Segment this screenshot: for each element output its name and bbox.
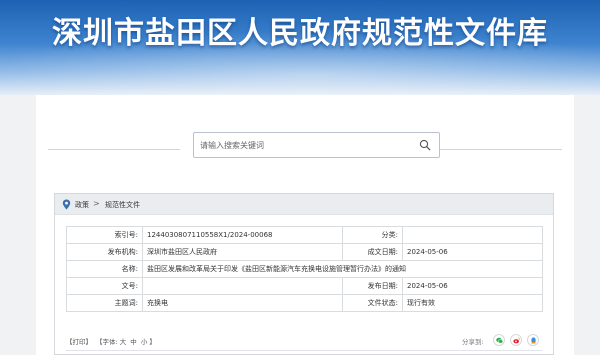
font-large-button[interactable]: 大 [120, 336, 127, 346]
search-input[interactable] [200, 136, 410, 154]
table-row: 发布机构: 深圳市盐田区人民政府 成文日期: 2024-05-06 [66, 243, 543, 261]
status-value: 现行有效 [402, 294, 543, 312]
main-panel: 政策 > 规范性文件 索引号: 1244030807110558X1/2024-… [36, 95, 574, 355]
font-size-controls: 【字体: 大 中 小】 [96, 336, 158, 346]
table-row: 主题词: 充换电 文件状态: 现行有效 [66, 294, 543, 312]
print-button[interactable]: 【打印】 [66, 336, 92, 346]
index-label: 索引号: [66, 226, 143, 244]
divider-left [48, 149, 180, 150]
breadcrumb-current[interactable]: 规范性文件 [105, 200, 140, 210]
pubdate-value: 2024-05-06 [402, 277, 543, 295]
weibo-share-button[interactable] [510, 334, 522, 346]
table-row: 索引号: 1244030807110558X1/2024-00068 分类: [66, 226, 543, 244]
document-card: 政策 > 规范性文件 索引号: 1244030807110558X1/2024-… [54, 193, 554, 355]
share-label: 分享到: [462, 338, 484, 346]
wechat-share-button[interactable] [493, 334, 505, 346]
location-pin-icon [62, 199, 71, 210]
font-medium-button[interactable]: 中 [130, 336, 137, 346]
qq-icon [531, 337, 536, 344]
divider-right [428, 149, 562, 150]
category-value [402, 226, 543, 244]
name-value: 盐田区发展和改革局关于印发《盐田区新能源汽车充换电设施管理暂行办法》的通知 [142, 260, 543, 278]
subject-value: 充换电 [142, 294, 343, 312]
pubdate-label: 发布日期: [342, 277, 403, 295]
page-title: 深圳市盐田区人民政府规范性文件库 [52, 16, 548, 51]
document-tools: 【打印】 【字体: 大 中 小】 分享到: [66, 333, 542, 347]
breadcrumb: 政策 > 规范性文件 [55, 194, 553, 215]
search-box [193, 132, 440, 158]
search-row [48, 132, 562, 160]
created-date-label: 成文日期: [342, 243, 403, 261]
share-bar: 分享到: [462, 333, 542, 347]
index-value: 1244030807110558X1/2024-00068 [142, 226, 343, 244]
table-row: 文号: 发布日期: 2024-05-06 [66, 277, 543, 295]
page-banner: 深圳市盐田区人民政府规范性文件库 [0, 0, 600, 95]
divider-bottom [66, 350, 542, 351]
status-label: 文件状态: [342, 294, 403, 312]
search-icon[interactable] [419, 139, 431, 151]
subject-label: 主题词: [66, 294, 143, 312]
publisher-label: 发布机构: [66, 243, 143, 261]
table-row: 名称: 盐田区发展和改革局关于印发《盐田区新能源汽车充换电设施管理暂行办法》的通… [66, 260, 543, 278]
name-label: 名称: [66, 260, 143, 278]
qq-share-button[interactable] [527, 334, 539, 346]
breadcrumb-separator: > [93, 199, 100, 208]
created-date-value: 2024-05-06 [402, 243, 543, 261]
breadcrumb-home-link[interactable]: 政策 [75, 200, 89, 210]
font-small-button[interactable]: 小 [141, 336, 148, 346]
category-label: 分类: [342, 226, 403, 244]
docno-label: 文号: [66, 277, 143, 295]
wechat-icon [496, 337, 503, 344]
docno-value [142, 277, 343, 295]
publisher-value: 深圳市盐田区人民政府 [142, 243, 343, 261]
font-suffix: 】 [149, 338, 156, 346]
weibo-icon [513, 337, 520, 344]
font-prefix: 【字体: [96, 338, 118, 346]
document-meta-table: 索引号: 1244030807110558X1/2024-00068 分类: 发… [66, 226, 543, 312]
